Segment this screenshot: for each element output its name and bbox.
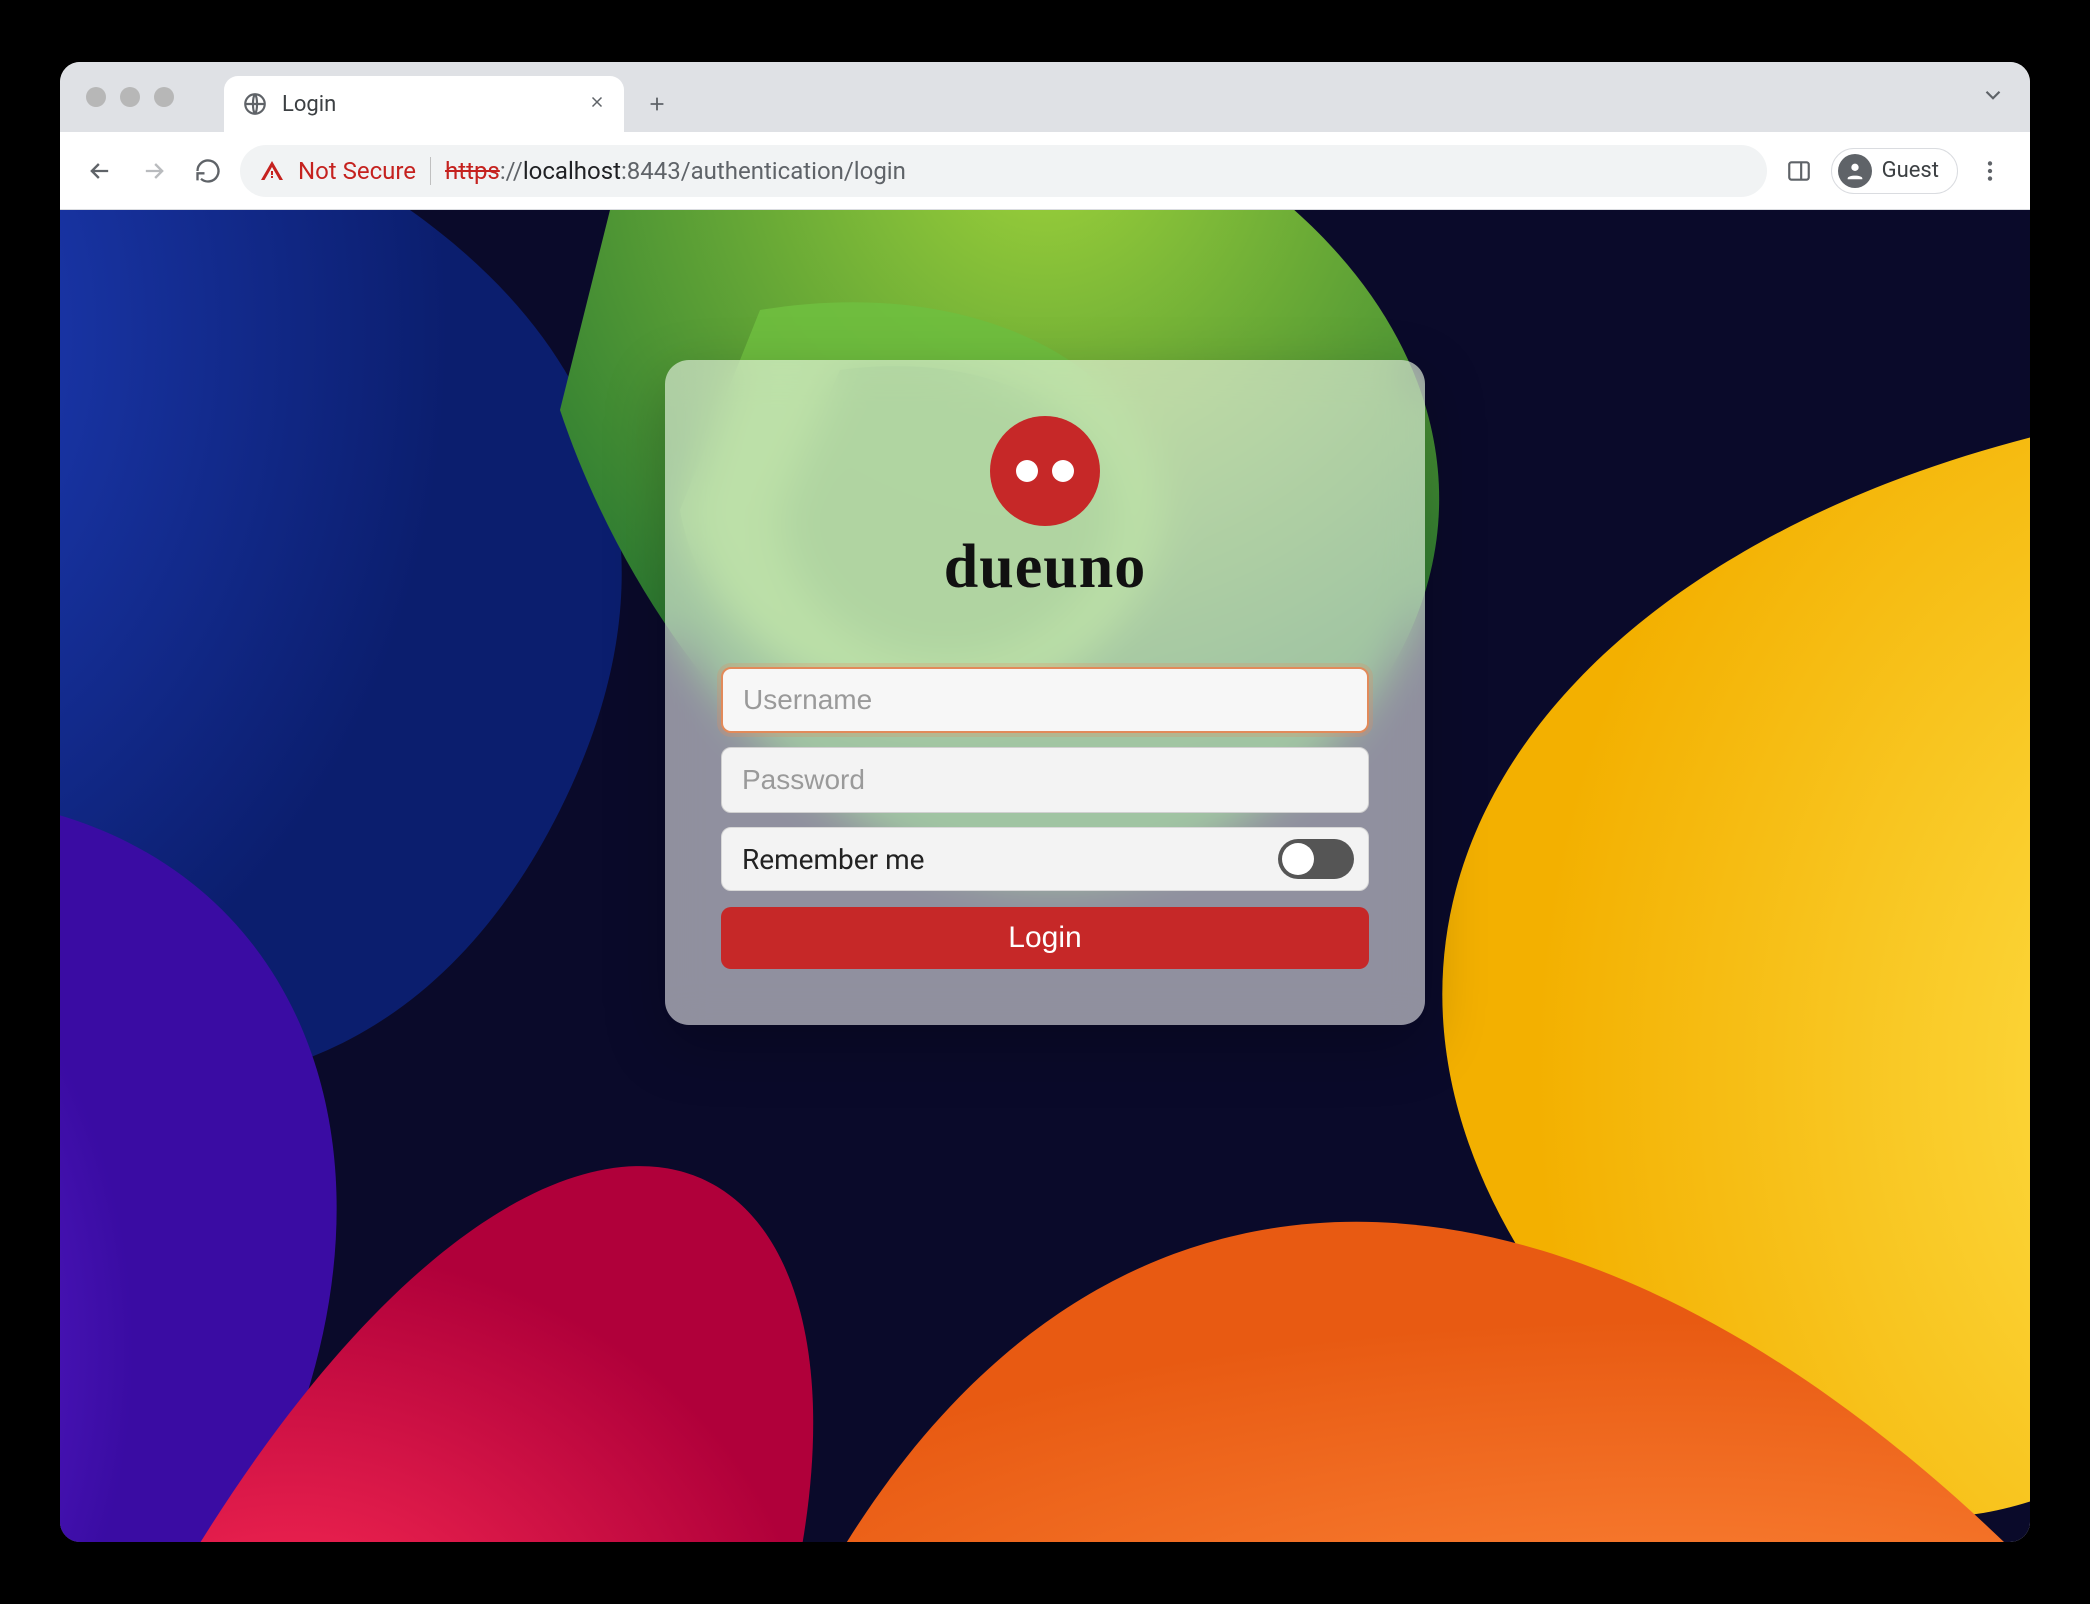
reload-button[interactable] [186, 149, 230, 193]
brand-name: dueuno [944, 532, 1146, 603]
window-controls [86, 87, 174, 107]
avatar-icon [1838, 154, 1872, 188]
url-path: :8443/authentication/login [621, 157, 906, 185]
tabs-chevron-down-icon[interactable] [1980, 82, 2006, 112]
close-icon[interactable] [588, 92, 606, 116]
security-status: Not Secure [298, 157, 416, 185]
new-tab-button[interactable] [634, 81, 680, 127]
brand-logo: dueuno [944, 416, 1146, 603]
profile-chip[interactable]: Guest [1831, 148, 1958, 194]
remember-me-row: Remember me [721, 827, 1369, 891]
url-host: localhost [523, 157, 621, 185]
url-scheme: https [445, 157, 500, 185]
toggle-knob [1282, 843, 1314, 875]
window-minimize-dot[interactable] [120, 87, 140, 107]
url-sep: :// [500, 157, 523, 185]
address-bar[interactable]: Not Secure https :// localhost :8443/aut… [240, 145, 1767, 197]
username-input[interactable] [721, 667, 1369, 733]
tab-bar: Login [60, 62, 2030, 132]
profile-label: Guest [1882, 158, 1939, 183]
back-button[interactable] [78, 149, 122, 193]
warning-icon [260, 159, 284, 183]
side-panel-icon[interactable] [1777, 149, 1821, 193]
globe-icon [242, 91, 268, 117]
browser-window: Login Not Secure htt [60, 62, 2030, 1542]
login-card: dueuno Remember me Login [665, 360, 1425, 1025]
login-button[interactable]: Login [721, 907, 1369, 969]
kebab-menu-icon[interactable] [1968, 149, 2012, 193]
separator [430, 157, 431, 185]
remember-me-label: Remember me [742, 843, 924, 876]
browser-tab[interactable]: Login [224, 76, 624, 132]
forward-button[interactable] [132, 149, 176, 193]
window-zoom-dot[interactable] [154, 87, 174, 107]
toolbar: Not Secure https :// localhost :8443/aut… [60, 132, 2030, 210]
brand-mark-icon [990, 416, 1100, 526]
window-close-dot[interactable] [86, 87, 106, 107]
url-display: https :// localhost :8443/authentication… [445, 157, 906, 185]
password-input[interactable] [721, 747, 1369, 813]
page-viewport: dueuno Remember me Login [60, 210, 2030, 1542]
tab-title: Login [282, 92, 574, 117]
remember-me-toggle[interactable] [1278, 839, 1354, 879]
